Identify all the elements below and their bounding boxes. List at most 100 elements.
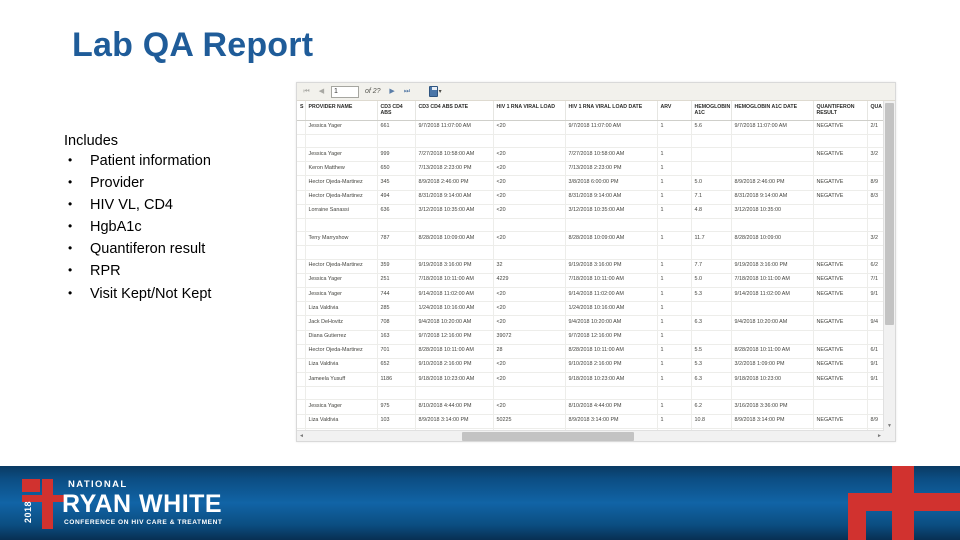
table-cell: 9/7/2018 11:07:00 AM [565,120,658,135]
table-row[interactable]: Diana Gutierrez 163 9/7/2018 12:16:00 PM 39… [297,330,884,345]
table-cell: 5.6 [691,120,732,135]
table-row[interactable]: Hector Ojeda-Martinez 359 9/19/2018 3:16:0… [297,259,884,274]
logo-ryan-white-text: RYAN WHITE [62,490,223,518]
table-cell: Lorraine Sanassi [305,204,378,220]
table-row[interactable]: Hector Ojeda-Martinez 494 8/31/2018 9:14:0… [297,190,884,205]
column-header[interactable]: CD3 CD4 ABS DATE [415,101,494,121]
logo-mark-left-bar [22,479,29,492]
table-cell: 1 [657,190,692,205]
bullet-dot-icon: • [68,174,73,189]
bullet-item: • HgbA1c [62,219,312,236]
table-cell: 163 [377,330,416,345]
table-cell [297,231,306,247]
table-cell: 3/12/2018 10:35:00 [731,204,814,220]
floppy-disk-icon [428,86,438,97]
table-cell: 5.3 [691,287,732,303]
column-header[interactable]: S [297,101,306,121]
horizontal-scrollbar[interactable]: ◄ ► [297,430,884,441]
bullet-item-label: Provider [90,174,144,191]
table-cell: 8/28/2018 10:09:00 AM [565,231,658,247]
table-cell [867,161,884,177]
table-cell: 1 [657,344,692,359]
column-header[interactable]: HEMOGLOBIN A1C [691,101,732,121]
table-row[interactable]: Jack DeHovitz 708 9/4/2018 10:20:00 AM <20 9… [297,315,884,331]
column-header[interactable]: CD3 CD4 ABS [377,101,416,121]
scroll-left-icon[interactable]: ◄ [297,431,306,441]
table-cell: 1 [657,399,692,415]
column-header[interactable]: ARV [657,101,692,121]
last-page-icon[interactable]: ⏭ [402,86,413,97]
spacer-cell [813,386,868,401]
table-cell [297,204,306,220]
table-cell: 9/10/2018 2:16:00 PM [565,358,658,374]
vertical-scroll-thumb[interactable] [885,103,894,325]
table-row[interactable]: Jessica Yager 975 8/10/2018 4:44:00 PM <20 8… [297,399,884,415]
banner-red-cross-graphic [834,466,960,540]
bullet-item: • Patient information [62,153,312,170]
table-cell: 9/1 [867,287,884,303]
table-cell: 3/16/2018 3:36:00 PM [731,399,814,415]
horizontal-scroll-thumb[interactable] [462,432,634,441]
table-group-spacer-row [297,218,884,233]
table-cell: 1 [657,301,692,317]
column-header[interactable]: HIV 1 RNA VIRAL LOAD DATE [565,101,658,121]
column-header[interactable]: QUANTIFERON RESULT [813,101,868,121]
report-grid-scroll-area[interactable]: S PROVIDER NAME CD3 CD4 ABS CD3 CD4 ABS DAT… [297,101,884,431]
table-row[interactable]: Keron Matthew 650 7/13/2018 2:23:00 PM <20 7… [297,161,884,177]
table-row[interactable]: Hector Ojeda-Martinez 701 8/28/2018 10:11:… [297,344,884,359]
bullet-item: • Quantiferon result [62,241,312,258]
table-cell: NEGATIVE [813,372,868,388]
report-toolbar: ⏮ ◀ of 2? ▶ ⏭ ▾ [297,83,895,101]
table-cell: Jack DeHovitz [305,315,378,331]
table-cell: 7.7 [691,259,732,274]
spacer-cell [731,386,814,401]
table-row[interactable]: Jessica Yager 744 9/14/2018 11:02:00 AM <20… [297,287,884,303]
table-cell: Jessica Yager [305,287,378,303]
spacer-cell [305,218,378,233]
scroll-right-icon[interactable]: ► [875,431,884,441]
table-cell: 1 [657,330,692,345]
table-row[interactable]: Hector Ojeda-Martinez 345 8/9/2018 2:46:00… [297,175,884,191]
table-cell: <20 [493,161,566,177]
table-row[interactable]: Jessica Yager 999 7/27/2018 10:58:00 AM <20… [297,147,884,163]
scroll-down-icon[interactable]: ▼ [884,422,895,431]
table-cell: 9/4/2018 10:20:00 AM [415,315,494,331]
next-page-icon[interactable]: ▶ [387,86,398,97]
table-cell: 1 [657,204,692,220]
table-cell: 3/12/2018 10:35:00 AM [565,204,658,220]
page-number-input[interactable] [331,85,359,98]
table-cell: 8/9 [867,414,884,429]
first-page-icon[interactable]: ⏮ [301,86,312,97]
column-header[interactable]: HEMOGLOBIN A1C DATE [731,101,814,121]
table-row[interactable]: Jessica Yager 251 7/18/2018 10:11:00 AM 422… [297,273,884,288]
column-header[interactable]: PROVIDER NAME [305,101,378,121]
table-row[interactable]: Jessica Yager 661 9/7/2018 11:07:00 AM <20 9… [297,120,884,135]
table-cell: 11.7 [691,231,732,247]
chevron-down-icon[interactable]: ▾ [439,89,442,95]
table-cell: 787 [377,231,416,247]
spacer-cell [493,245,566,260]
table-cell: 28 [493,344,566,359]
table-cell: 9/19/2018 3:16:00 PM [415,259,494,274]
table-row[interactable]: Liza Valdivia 103 8/9/2018 3:14:00 PM 50225… [297,414,884,429]
table-row[interactable]: Jameela Yusuff 1186 9/18/2018 10:23:00 AM <… [297,372,884,388]
table-row[interactable]: Liza Valdivia 652 9/10/2018 2:16:00 PM <20 9… [297,358,884,374]
table-cell: 1 [657,259,692,274]
table-row[interactable]: Terry Marryshow 787 8/28/2018 10:09:00 AM <… [297,231,884,247]
lab-qa-table: S PROVIDER NAME CD3 CD4 ABS CD3 CD4 ABS DAT… [297,101,884,431]
previous-page-icon[interactable]: ◀ [316,86,327,97]
spacer-cell [813,134,868,149]
table-row[interactable]: Liza Valdivia 285 1/24/2018 10:16:00 AM <20… [297,301,884,317]
vertical-scrollbar[interactable]: ▲ ▼ [883,101,895,431]
table-cell [297,301,306,317]
export-save-icon[interactable]: ▾ [428,86,442,97]
column-header[interactable]: QUA [867,101,884,121]
spacer-cell [657,218,692,233]
table-cell: 50225 [493,414,566,429]
column-header[interactable]: HIV 1 RNA VIRAL LOAD [493,101,566,121]
bullet-dot-icon: • [68,196,73,211]
table-cell: 8/10/2018 4:44:00 PM [565,399,658,415]
table-row[interactable]: Lorraine Sanassi 636 3/12/2018 10:35:00 AM… [297,204,884,220]
table-cell [691,147,732,163]
table-cell: NEGATIVE [813,358,868,374]
